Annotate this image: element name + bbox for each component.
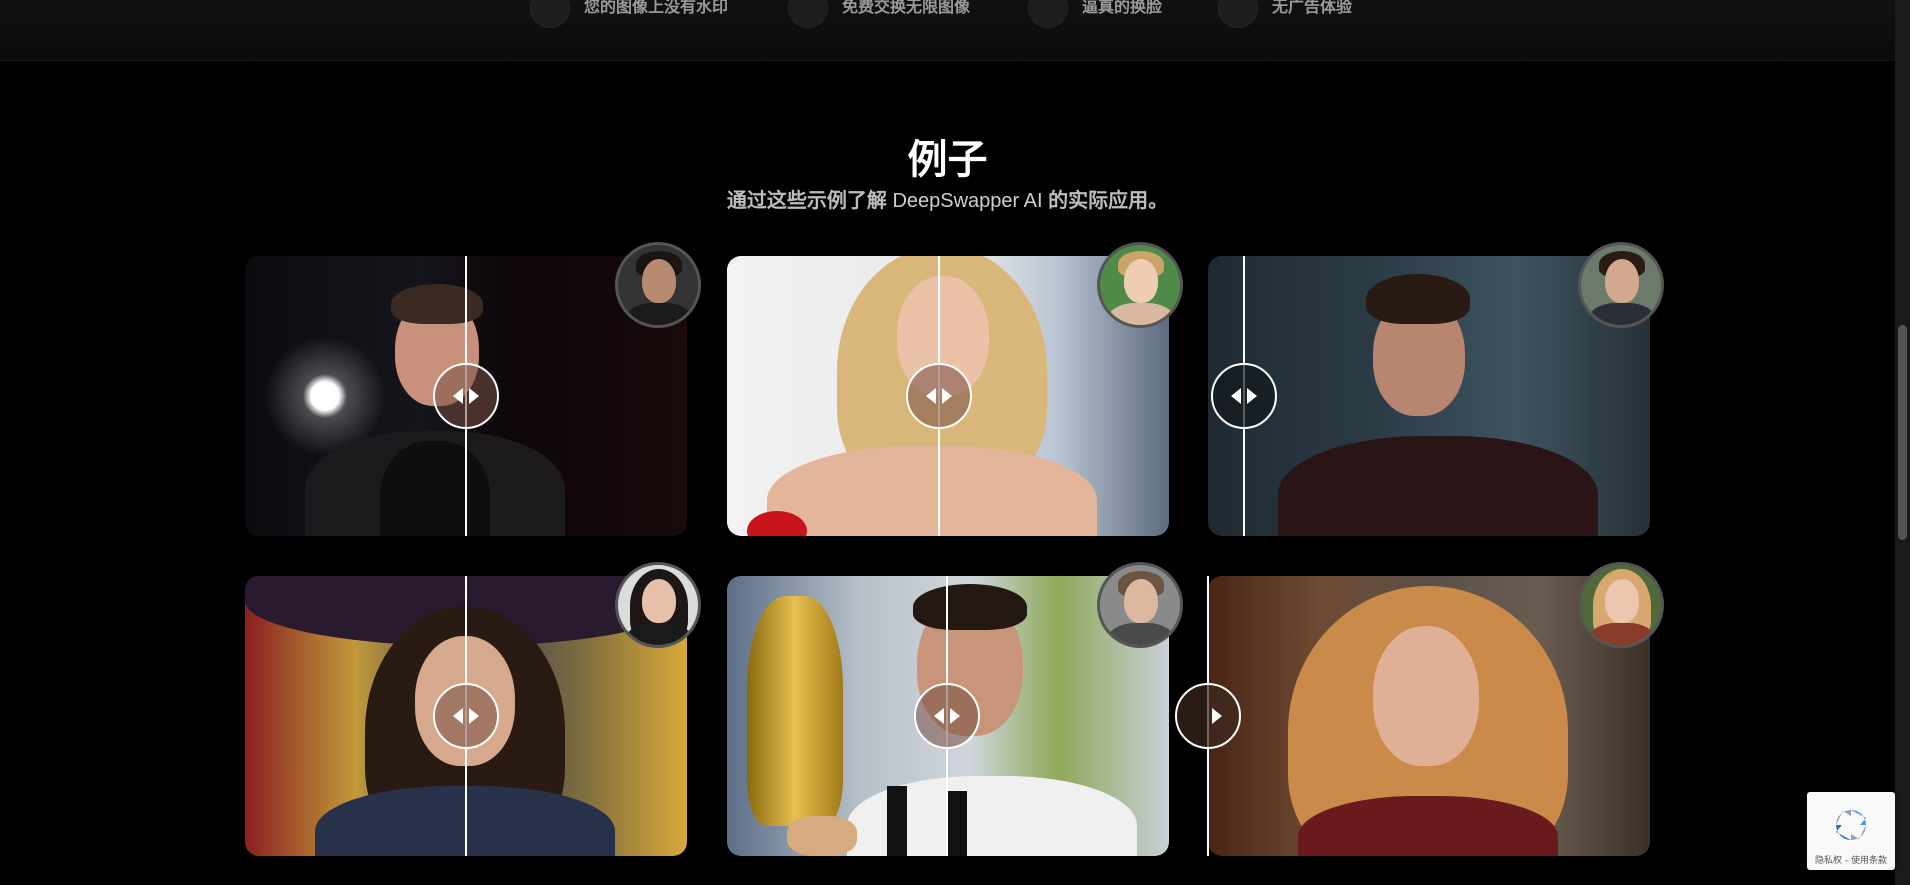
arrow-left-icon	[453, 388, 463, 404]
compare-slider-handle[interactable]	[914, 683, 980, 749]
source-face-avatar	[615, 562, 701, 648]
subtitle-text: 通过这些示例了解	[726, 190, 887, 212]
example-card[interactable]	[1175, 562, 1664, 856]
arrow-right-icon	[942, 388, 952, 404]
compare-slider-handle[interactable]	[1175, 683, 1241, 749]
feature-item: 逼真的换脸	[1028, 0, 1162, 28]
feature-label: 您的图像上没有水印	[584, 0, 729, 16]
infinite-icon	[788, 0, 828, 28]
scrollbar-thumb[interactable]	[1898, 325, 1907, 540]
features-bar: 您的图像上没有水印 免费交换无限图像 逼真的换脸 无广告体验	[0, 0, 1895, 61]
example-card[interactable]	[727, 242, 1183, 536]
page-scrollbar[interactable]	[1895, 0, 1910, 885]
subtitle-text: 的实际应用。	[1048, 190, 1169, 212]
section-subtitle: 通过这些示例了解 DeepSwapper AI 的实际应用。	[0, 188, 1895, 214]
example-card[interactable]	[1208, 242, 1664, 536]
arrow-left-icon	[926, 388, 936, 404]
arrow-right-icon	[950, 708, 960, 724]
source-face-avatar	[1097, 562, 1183, 648]
recaptcha-links[interactable]: 隐私权 - 使用条款	[1807, 853, 1895, 866]
arrow-right-icon	[1247, 388, 1257, 404]
source-face-avatar	[615, 242, 701, 328]
feature-item: 您的图像上没有水印	[530, 0, 728, 28]
section-title: 例子	[907, 138, 988, 182]
arrow-left-icon	[453, 708, 463, 724]
compare-slider-handle[interactable]	[906, 363, 972, 429]
example-card[interactable]	[245, 242, 701, 536]
feature-item: 无广告体验	[1218, 0, 1352, 28]
feature-label: 免费交换无限图像	[842, 0, 971, 16]
source-face-avatar	[1097, 242, 1183, 328]
no-ads-icon	[1218, 0, 1258, 28]
recaptcha-icon	[1836, 810, 1866, 840]
source-face-avatar	[1578, 242, 1664, 328]
arrow-left-icon	[934, 708, 944, 724]
face-icon	[1028, 0, 1068, 28]
arrow-right-icon	[469, 708, 479, 724]
arrow-right-icon	[469, 388, 479, 404]
feature-item: 免费交换无限图像	[788, 0, 970, 28]
recaptcha-badge[interactable]: 隐私权 - 使用条款	[1807, 792, 1895, 870]
arrow-right-icon	[1212, 708, 1222, 724]
source-face-avatar	[1578, 562, 1664, 648]
brand-name: DeepSwapper AI	[892, 190, 1043, 212]
example-card[interactable]	[727, 562, 1183, 856]
compare-slider-handle[interactable]	[433, 363, 499, 429]
arrow-left-icon	[1231, 388, 1241, 404]
feature-label: 逼真的换脸	[1082, 0, 1163, 16]
compare-slider-handle[interactable]	[1211, 363, 1277, 429]
watermark-icon	[530, 0, 570, 28]
feature-label: 无广告体验	[1272, 0, 1353, 16]
example-card[interactable]	[245, 562, 701, 856]
compare-slider-handle[interactable]	[433, 683, 499, 749]
page: 您的图像上没有水印 免费交换无限图像 逼真的换脸 无广告体验 例子 通过这些示例…	[0, 0, 1910, 885]
